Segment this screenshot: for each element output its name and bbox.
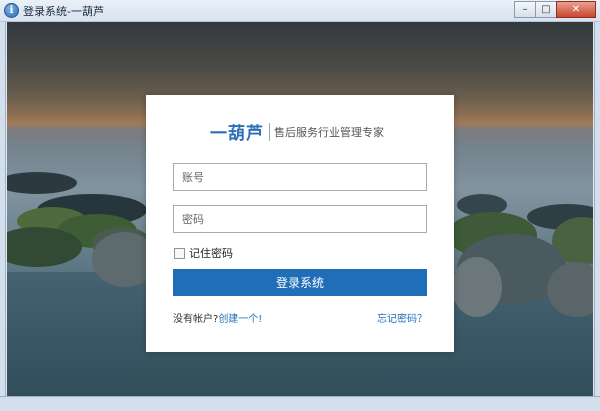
username-input[interactable] (173, 163, 427, 191)
window-title: 登录系统-一葫芦 (23, 5, 104, 18)
login-card: 一葫芦 售后服务行业管理专家 记住密码 登录系统 没有帐户?创建一个! 忘记密码… (146, 95, 454, 352)
title-bar[interactable]: i 登录系统-一葫芦 – □ ✕ (0, 0, 600, 22)
window-frame-right (594, 22, 600, 411)
rock (452, 257, 502, 317)
login-button[interactable]: 登录系统 (173, 269, 427, 296)
remember-label[interactable]: 记住密码 (189, 245, 233, 261)
slogan: 售后服务行业管理专家 (274, 125, 384, 139)
rock (547, 262, 593, 317)
forgot-password-link[interactable]: 忘记密码？ (377, 310, 427, 325)
window-frame-left (0, 22, 6, 411)
brand-header: 一葫芦 售后服务行业管理专家 (210, 119, 384, 144)
maximize-button[interactable]: □ (535, 1, 557, 18)
password-input[interactable] (173, 205, 427, 233)
brand-divider (269, 122, 270, 141)
signup-prompt: 没有帐户?创建一个! (173, 310, 262, 325)
window-controls: – □ ✕ (514, 1, 596, 18)
window-frame-bottom (0, 396, 600, 411)
remember-password[interactable]: 记住密码 (174, 245, 233, 261)
minimize-button[interactable]: – (514, 1, 536, 18)
app-icon: i (4, 3, 19, 18)
remember-checkbox[interactable] (174, 247, 185, 259)
close-button[interactable]: ✕ (556, 1, 596, 18)
logo: 一葫芦 (210, 124, 264, 144)
no-account-text: 没有帐户? (173, 314, 219, 325)
create-account-link[interactable]: 创建一个! (218, 314, 262, 325)
